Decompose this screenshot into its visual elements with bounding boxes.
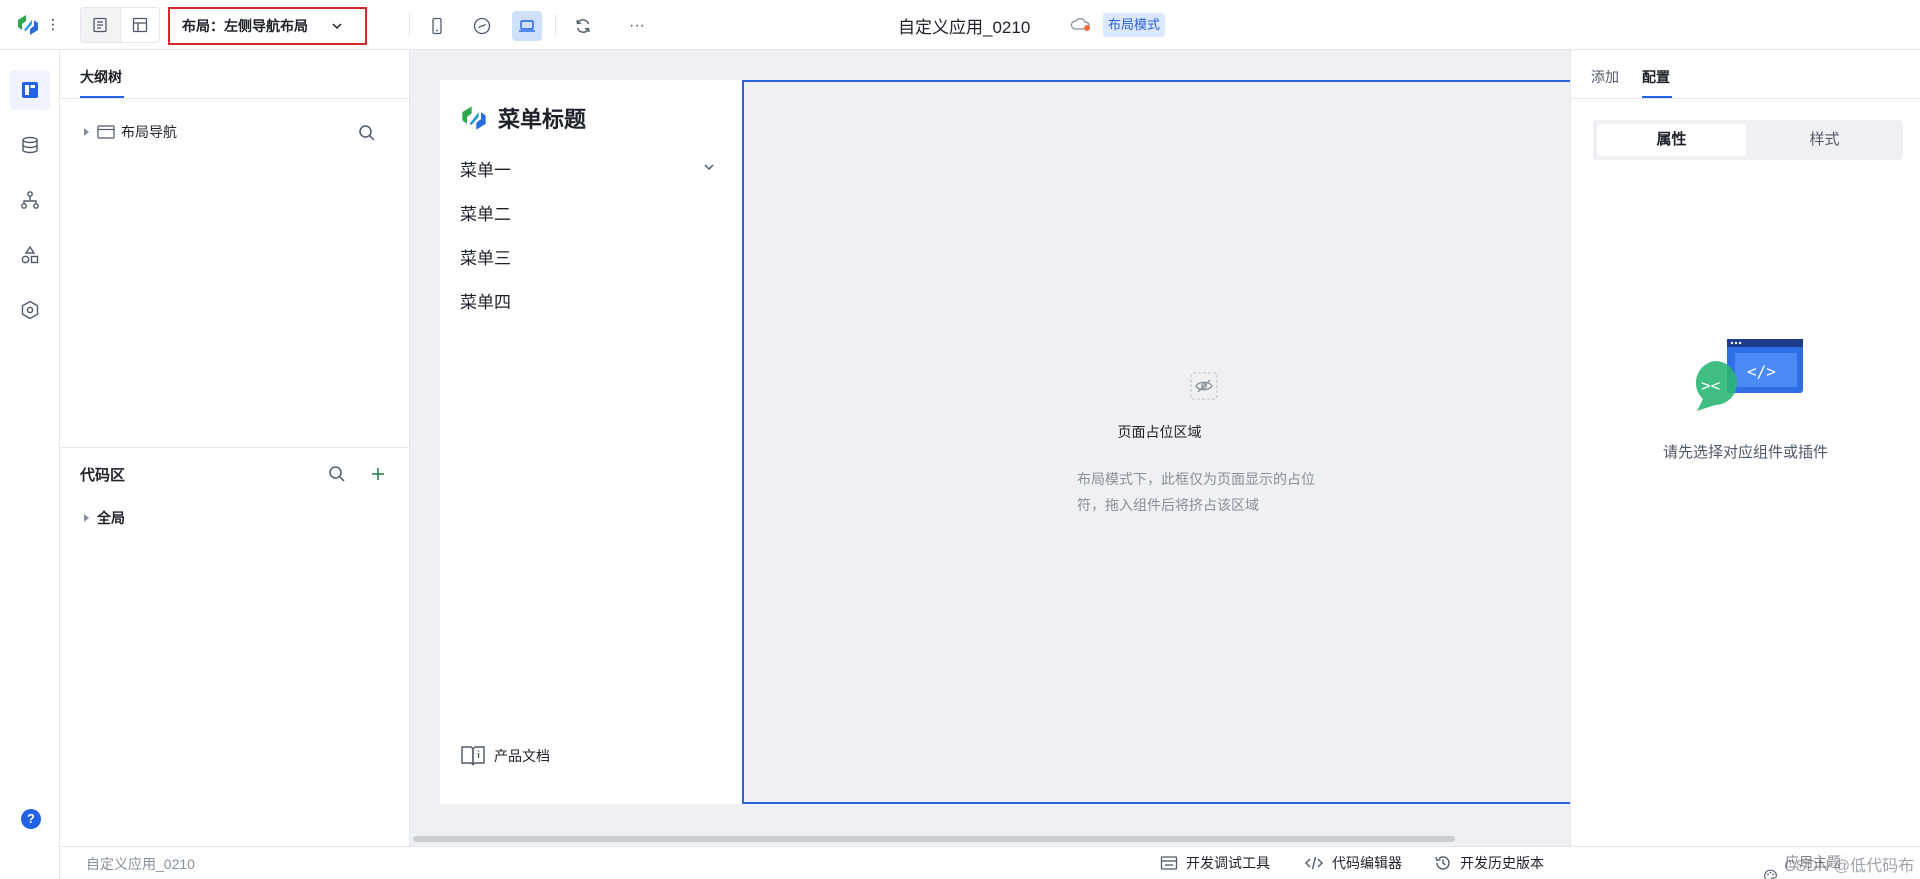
placeholder-title: 页面占位区域: [1117, 424, 1202, 440]
page-icon: [93, 17, 108, 33]
app-logo[interactable]: [16, 14, 40, 36]
more-icon: ···: [629, 17, 645, 34]
tab-add[interactable]: 添加: [1591, 67, 1619, 87]
caret-right-icon: [84, 514, 89, 522]
desktop-view-button[interactable]: [512, 11, 542, 41]
dev-history-button[interactable]: 开发历史版本: [1434, 853, 1544, 873]
placeholder-description: 布局模式下，此框仅为页面显示的占位符，拖入组件后将挤占该区域: [1077, 471, 1315, 513]
menu-title-text: 菜单标题: [498, 107, 587, 132]
mode-badge: 布局模式: [1103, 13, 1166, 37]
code-tree-item-global[interactable]: 全局: [84, 508, 125, 528]
search-icon[interactable]: [358, 124, 376, 142]
rail-item-data[interactable]: [10, 125, 50, 165]
code-icon: [1305, 856, 1323, 870]
svg-text:</>: </>: [1747, 362, 1776, 381]
product-docs-label: 产品文档: [494, 748, 550, 764]
menu-item-2[interactable]: 菜单二: [460, 200, 511, 225]
product-docs-link[interactable]: 产品文档: [460, 744, 550, 768]
menu-item-3[interactable]: 菜单三: [460, 244, 511, 269]
miniprogram-icon: [473, 17, 491, 35]
hexagon-settings-icon: [21, 300, 39, 320]
dev-history-label: 开发历史版本: [1460, 855, 1544, 871]
empty-state-text: 请先选择对应组件或插件: [1662, 444, 1828, 461]
theme-and-watermark[interactable]: 应用主题 CSDN @低代码布道师: [1763, 852, 1920, 879]
add-icon[interactable]: [370, 466, 386, 482]
menu-title: 菜单标题: [460, 102, 586, 134]
refresh-button[interactable]: [568, 11, 598, 41]
tab-outline-tree[interactable]: 大纲树: [80, 67, 122, 87]
menu-logo-icon: [462, 106, 486, 130]
theme-label: 应用主题: [1785, 854, 1841, 870]
top-bar: ⋮ 布局：左侧导航布局 ··· 自定义应用_0210 布局模式: [0, 0, 1920, 50]
dev-debug-tool-label: 开发调试工具: [1186, 855, 1270, 871]
search-icon[interactable]: [328, 465, 346, 483]
more-button[interactable]: ···: [622, 11, 652, 41]
divider: [60, 447, 410, 448]
caret-right-icon: [84, 128, 89, 136]
rail-item-components[interactable]: [10, 235, 50, 275]
code-area-title: 代码区: [80, 467, 126, 484]
code-tree-label: 全局: [97, 510, 125, 526]
rail-item-outline[interactable]: [10, 70, 50, 110]
palette-icon: [1764, 869, 1777, 879]
horizontal-scrollbar[interactable]: [413, 836, 1455, 842]
divider: [60, 98, 410, 99]
code-editor-label: 代码编辑器: [1332, 855, 1402, 871]
tree-item-layout-nav[interactable]: 布局导航: [84, 122, 177, 142]
tree-item-label: 布局导航: [121, 124, 177, 140]
divider: [555, 14, 556, 36]
shapes-icon: [21, 245, 39, 264]
layout-nav-icon: [97, 125, 115, 139]
cloud-sync-icon: [1070, 17, 1090, 31]
app-menu-icon[interactable]: ⋮: [46, 14, 60, 34]
code-illustration-icon: </> ><: [1695, 339, 1803, 411]
mobile-icon: [432, 17, 442, 35]
chevron-down-icon[interactable]: [702, 160, 716, 174]
flow-icon: [21, 191, 39, 209]
config-panel: 添加 配置 属性 样式 </> >< 请先选择对应组件或插件: [1570, 50, 1920, 846]
outline-icon: [22, 82, 38, 98]
outline-panel: 大纲树 布局导航 代码区 全局: [60, 50, 410, 846]
design-canvas[interactable]: 菜单标题 菜单一 菜单二 菜单三 菜单四 产品文档 页面占位区域 布局模式下，此…: [410, 50, 1577, 846]
divider: [1571, 98, 1920, 99]
bottom-bar: 自定义应用_0210 开发调试工具 代码编辑器 开发历史版本 应用主题 CSDN…: [60, 846, 1920, 879]
segment-styles[interactable]: 样式: [1750, 124, 1899, 156]
page-placeholder-area[interactable]: 页面占位区域 布局模式下，此框仅为页面显示的占位符，拖入组件后将挤占该区域: [742, 80, 1577, 804]
code-editor-button[interactable]: 代码编辑器: [1304, 853, 1402, 873]
layout-select[interactable]: 布局：左侧导航布局: [168, 7, 367, 45]
footer-app-name: 自定义应用_0210: [86, 856, 195, 872]
database-icon: [22, 136, 38, 154]
app-title: 自定义应用_0210: [898, 18, 1031, 37]
menu-item-4[interactable]: 菜单四: [460, 288, 511, 313]
chevron-down-icon: [332, 23, 342, 30]
rail-item-logic[interactable]: [10, 180, 50, 220]
hidden-eye-icon: [1190, 372, 1218, 400]
dev-debug-tool-button[interactable]: 开发调试工具: [1160, 853, 1270, 873]
menu-item-1[interactable]: 菜单一: [460, 156, 511, 181]
tab-config[interactable]: 配置: [1642, 67, 1670, 87]
view-toggle-group: [80, 7, 160, 43]
laptop-icon: [519, 20, 535, 32]
layout-view-button[interactable]: [119, 8, 159, 42]
help-icon[interactable]: ?: [21, 809, 41, 829]
history-icon: [1435, 856, 1450, 870]
left-rail: ?: [0, 50, 60, 879]
book-icon: [461, 746, 485, 766]
refresh-icon: [576, 19, 590, 33]
mobile-view-button[interactable]: [422, 11, 452, 41]
property-style-switch: 属性 样式: [1593, 120, 1903, 160]
debug-window-icon: [1160, 856, 1178, 870]
divider: [409, 14, 410, 36]
svg-text:><: ><: [1701, 376, 1720, 395]
segment-properties[interactable]: 属性: [1597, 124, 1746, 156]
layout-select-label: 布局：左侧导航布局: [182, 18, 308, 34]
rail-item-settings[interactable]: [10, 290, 50, 330]
side-menu-preview[interactable]: 菜单标题 菜单一 菜单二 菜单三 菜单四 产品文档: [440, 80, 742, 804]
miniprogram-view-button[interactable]: [467, 11, 497, 41]
layout-icon: [132, 17, 148, 33]
page-view-button[interactable]: [81, 8, 120, 42]
